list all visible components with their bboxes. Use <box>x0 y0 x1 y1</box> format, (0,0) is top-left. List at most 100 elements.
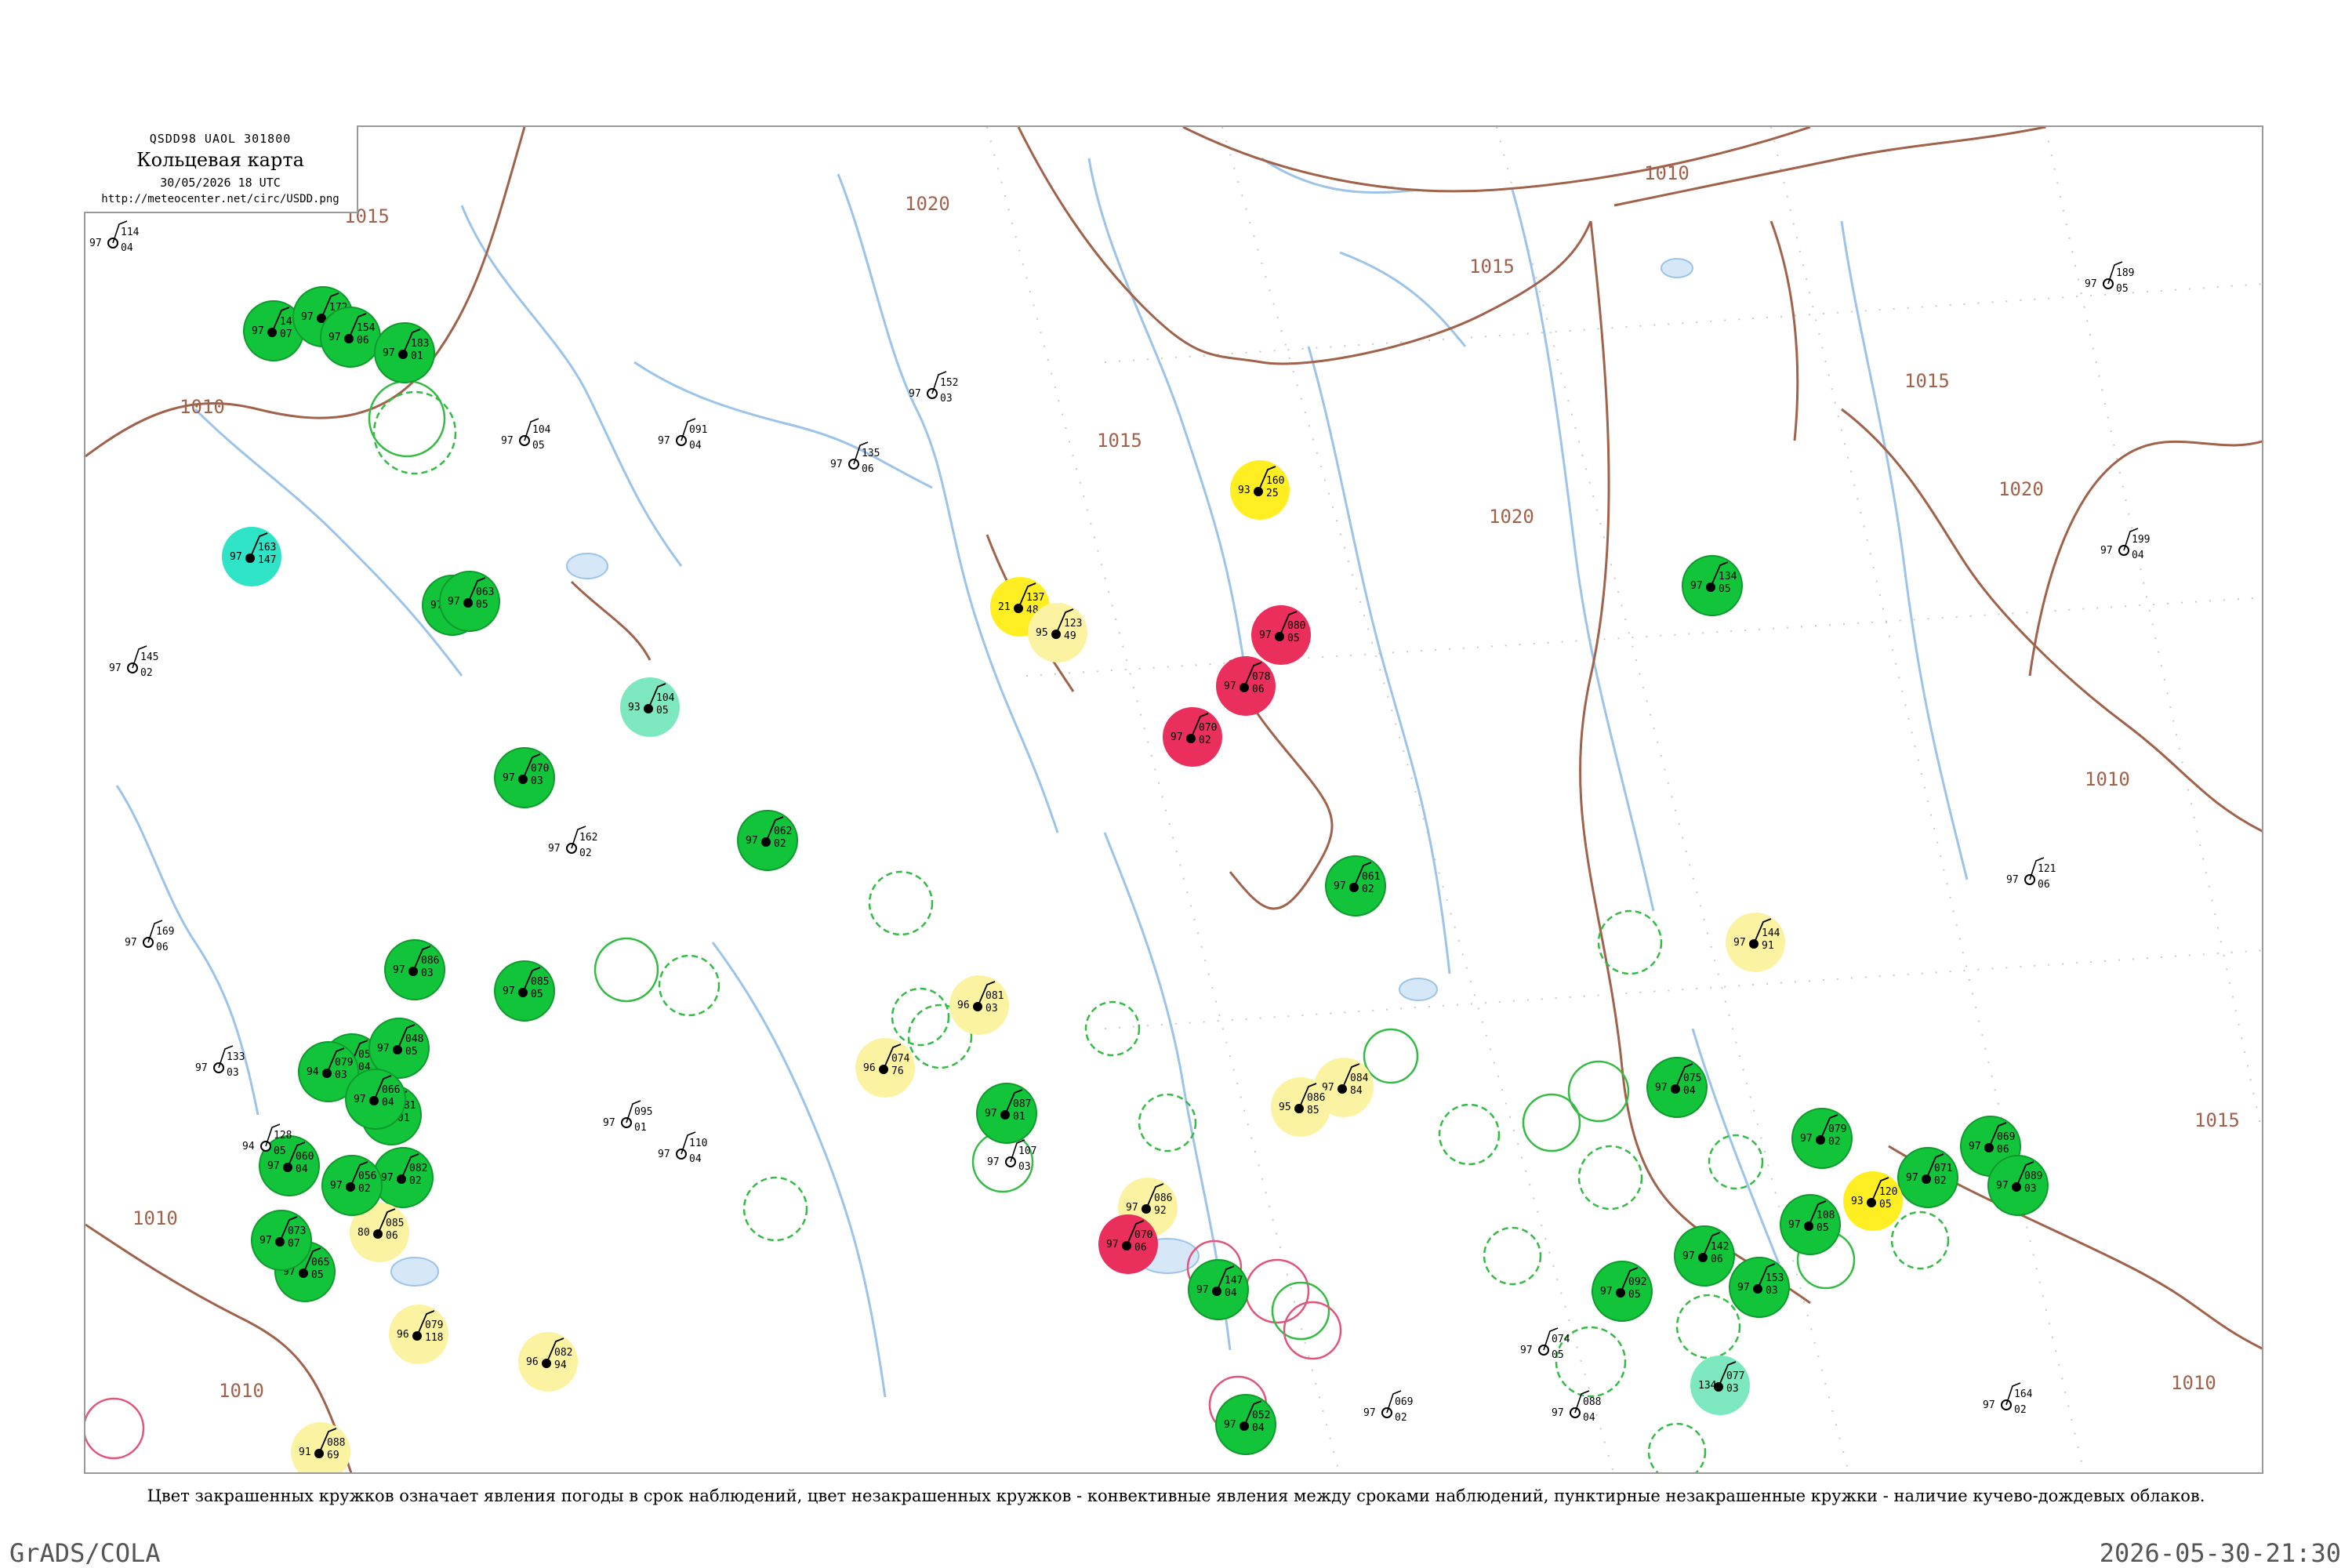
station-marker[interactable]: 108 97 05 <box>1780 1194 1841 1255</box>
tendency-value: 06 <box>1997 1144 2009 1156</box>
station-marker[interactable]: 075 97 04 <box>1646 1057 1708 1118</box>
station-marker[interactable]: 134 97 05 <box>1682 555 1743 616</box>
plain-station[interactable]: 169 97 06 <box>125 920 174 953</box>
plain-station[interactable]: 069 97 02 <box>1363 1390 1413 1424</box>
tendency-value: 02 <box>1362 884 1374 895</box>
station-marker[interactable]: 073 97 07 <box>251 1210 312 1271</box>
plain-station[interactable]: 152 97 03 <box>909 371 958 405</box>
station-marker[interactable]: 061 97 02 <box>1325 855 1386 916</box>
tendency-value: 05 <box>2116 283 2129 295</box>
station-marker[interactable]: 074 96 76 <box>855 1038 915 1098</box>
temperature-value: 93 <box>1851 1196 1864 1207</box>
station-marker[interactable]: 079 96 118 <box>389 1305 448 1364</box>
temperature-value: 97 <box>1788 1219 1801 1231</box>
station-marker[interactable]: 089 97 03 <box>1987 1155 2049 1216</box>
station-marker[interactable]: 071 97 02 <box>1897 1147 1958 1208</box>
station-marker[interactable]: 082 97 02 <box>372 1147 434 1208</box>
plain-station[interactable]: 088 97 04 <box>1552 1390 1601 1424</box>
station-marker[interactable]: 070 97 02 <box>1163 707 1222 767</box>
pressure-value: 107 <box>1018 1145 1036 1157</box>
temperature-value: 97 <box>1196 1284 1209 1296</box>
bulletin-code: QSDD98 UAOL 301800 <box>149 132 292 146</box>
station-marker[interactable]: 153 97 03 <box>1729 1257 1790 1318</box>
temperature-value: 97 <box>267 1160 280 1172</box>
station-marker[interactable]: 104 93 05 <box>620 677 680 737</box>
pressure-value: 153 <box>1766 1272 1784 1284</box>
plain-station[interactable]: 074 97 05 <box>1520 1327 1570 1361</box>
station-marker[interactable]: 147 97 04 <box>1188 1259 1249 1320</box>
plain-station[interactable]: 091 97 04 <box>658 418 707 452</box>
pressure-value: 070 <box>1134 1229 1152 1241</box>
station-marker[interactable]: 063 97 05 <box>439 571 500 632</box>
plain-station[interactable]: 199 97 04 <box>2100 528 2150 561</box>
temperature-value: 97 <box>1682 1250 1695 1262</box>
plain-station[interactable]: 133 97 03 <box>195 1045 245 1079</box>
station-marker[interactable]: 085 97 05 <box>494 960 555 1022</box>
weather-ring <box>658 954 720 1017</box>
station-marker[interactable]: 183 97 01 <box>374 322 435 383</box>
station-marker[interactable]: 082 96 94 <box>518 1332 578 1392</box>
station-marker[interactable]: 092 97 05 <box>1592 1261 1653 1322</box>
plain-station[interactable]: 114 97 04 <box>89 220 140 254</box>
temperature-value: 97 <box>1969 1141 1981 1152</box>
temperature-value: 97 <box>658 1149 670 1160</box>
station-marker[interactable]: 056 97 02 <box>321 1155 383 1216</box>
station-marker[interactable]: 120 93 05 <box>1843 1171 1903 1231</box>
tendency-value: 03 <box>1726 1383 1739 1395</box>
tendency-value: 06 <box>1134 1242 1147 1254</box>
station-marker[interactable]: 052 97 04 <box>1215 1394 1276 1455</box>
station-marker[interactable]: 070 97 06 <box>1098 1214 1158 1274</box>
station-marker[interactable]: 079 97 02 <box>1791 1108 1853 1169</box>
plain-station[interactable]: 110 97 04 <box>658 1131 707 1165</box>
weather-ring <box>1708 1134 1764 1190</box>
pressure-value: 121 <box>2038 863 2056 875</box>
tendency-value: 06 <box>357 335 369 347</box>
pressure-value: 183 <box>411 338 429 350</box>
tendency-value: 03 <box>531 775 543 787</box>
plain-station[interactable]: 121 97 06 <box>2006 857 2056 891</box>
temperature-value: 97 <box>252 325 264 337</box>
tendency-value: 02 <box>140 667 153 679</box>
station-marker[interactable]: 086 97 03 <box>384 939 445 1000</box>
weather-ring <box>1084 1000 1141 1057</box>
plain-station[interactable]: 189 97 05 <box>2085 261 2134 295</box>
pressure-value: 052 <box>1252 1410 1270 1421</box>
temperature-value: 97 <box>230 551 242 563</box>
pressure-value: 077 <box>1726 1370 1744 1382</box>
station-marker[interactable]: 087 97 01 <box>976 1083 1037 1144</box>
pressure-value: 088 <box>1583 1396 1601 1408</box>
tendency-value: 92 <box>1154 1205 1167 1217</box>
weather-ring <box>1483 1226 1542 1286</box>
station-marker[interactable]: 160 93 25 <box>1230 460 1290 520</box>
station-marker[interactable]: 078 97 06 <box>1216 656 1276 716</box>
plain-station[interactable]: 162 97 02 <box>548 826 597 859</box>
station-marker[interactable]: 163 97 147 <box>222 527 281 586</box>
tendency-value: 02 <box>409 1175 422 1187</box>
plain-station[interactable]: 095 97 01 <box>603 1100 652 1134</box>
plain-station[interactable]: 107 97 03 <box>987 1139 1036 1173</box>
plain-station[interactable]: 104 97 05 <box>501 418 551 452</box>
station-marker[interactable]: 066 97 04 <box>345 1069 406 1130</box>
temperature-value: 97 <box>1224 1419 1236 1431</box>
station-marker[interactable]: 070 97 03 <box>494 747 555 808</box>
station-marker[interactable]: 086 95 85 <box>1271 1077 1330 1137</box>
pressure-value: 147 <box>1225 1275 1243 1287</box>
pressure-value: 056 <box>358 1171 376 1182</box>
source-url[interactable]: http://meteocenter.net/circ/USDD.png <box>84 193 357 205</box>
plain-station[interactable]: 164 97 02 <box>1983 1382 2033 1416</box>
station-marker[interactable]: 062 97 02 <box>737 810 798 871</box>
pressure-value: 110 <box>689 1138 707 1149</box>
station-marker[interactable]: 123 95 49 <box>1028 603 1087 662</box>
pressure-value: 189 <box>2116 267 2134 279</box>
temperature-value: 97 <box>330 1180 343 1192</box>
station-marker[interactable]: 088 91 69 <box>291 1422 350 1474</box>
plain-station[interactable]: 145 97 02 <box>109 645 158 679</box>
station-marker[interactable]: 081 96 03 <box>949 975 1009 1035</box>
pressure-value: 114 <box>121 227 140 238</box>
station-marker[interactable]: 077 134 03 <box>1690 1356 1750 1415</box>
station-marker[interactable]: 154 97 06 <box>320 307 381 368</box>
station-marker[interactable]: 142 97 06 <box>1674 1225 1735 1287</box>
tendency-value: 69 <box>327 1450 339 1461</box>
station-marker[interactable]: 144 97 91 <box>1726 913 1785 972</box>
station-marker[interactable]: 080 97 05 <box>1251 605 1311 665</box>
